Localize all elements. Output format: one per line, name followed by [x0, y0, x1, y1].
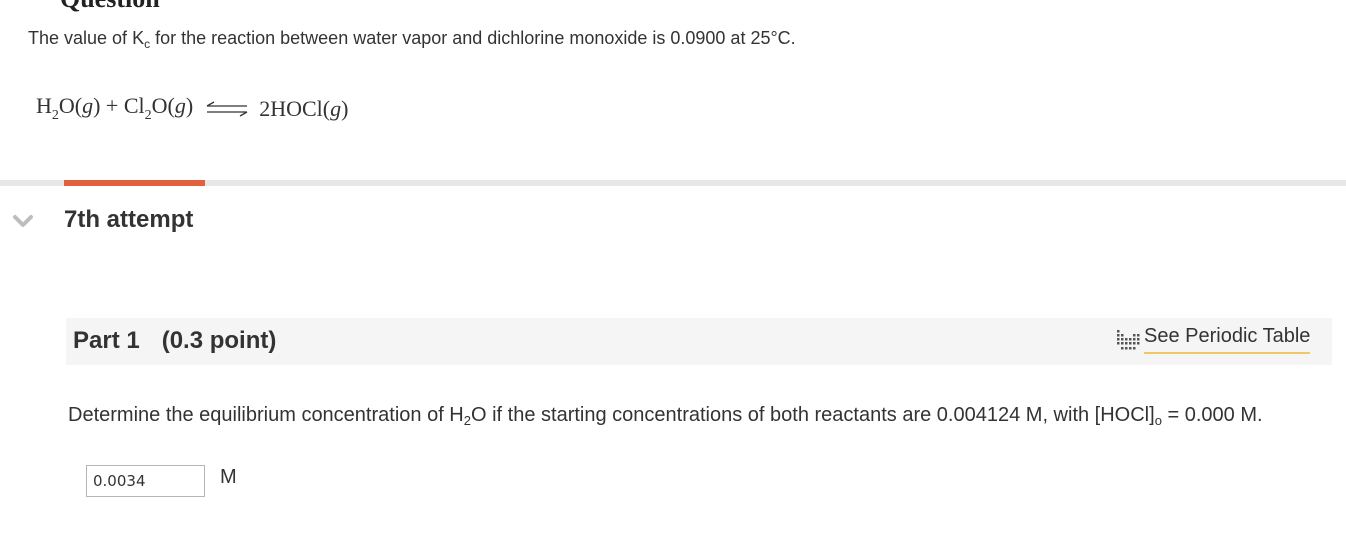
eq-part: O( — [151, 93, 175, 118]
question-sub: o — [1154, 413, 1162, 428]
question-part: Determine the equilibrium concentration … — [68, 404, 464, 426]
part-points: (0.3 point) — [161, 327, 277, 354]
question-part: = 0.000 M. — [1161, 404, 1263, 426]
eq-part: O( — [58, 93, 83, 118]
attempt-progress-bar — [64, 180, 205, 186]
eq-sub: 2 — [144, 108, 152, 123]
attempt-label[interactable]: 7th attempt — [64, 206, 193, 234]
eq-h: H — [36, 93, 52, 118]
part-label: Part 1 — [73, 327, 140, 354]
chemical-equation: H2O(g) + Cl2O(g) 2HOCl(g) — [36, 93, 348, 124]
periodic-table-icon — [1117, 329, 1140, 349]
eq-part: ) — [341, 95, 349, 121]
part-title: Part 1 (0.3 point) — [73, 327, 276, 355]
eq-gas: g — [330, 95, 342, 121]
see-periodic-table-link[interactable]: See Periodic Table — [1116, 325, 1311, 354]
intro-text-rest: for the reaction between water vapor and… — [150, 28, 796, 48]
question-text: Determine the equilibrium concentration … — [68, 400, 1318, 436]
reaction-intro: The value of Kc for the reaction between… — [28, 28, 796, 51]
see-periodic-table-label[interactable]: See Periodic Table — [1144, 325, 1311, 354]
eq-gas: g — [82, 93, 94, 118]
eq-sub: 2 — [51, 108, 59, 123]
chevron-down-icon[interactable] — [12, 214, 34, 228]
answer-unit: M — [220, 466, 237, 488]
question-heading: Question — [60, 0, 160, 14]
eq-part: ) — [185, 93, 194, 118]
eq-gas: g — [174, 93, 186, 118]
intro-text: The value of K — [28, 28, 145, 48]
eq-part: ) + Cl — [93, 93, 145, 118]
eq-product: 2HOCl( — [259, 95, 331, 121]
question-heading-text: Question — [60, 0, 160, 13]
question-part: O if the starting concentrations of both… — [471, 404, 1155, 426]
question-sub: 2 — [463, 413, 471, 428]
equilibrium-arrow-icon — [206, 100, 248, 117]
answer-input[interactable] — [86, 465, 205, 497]
